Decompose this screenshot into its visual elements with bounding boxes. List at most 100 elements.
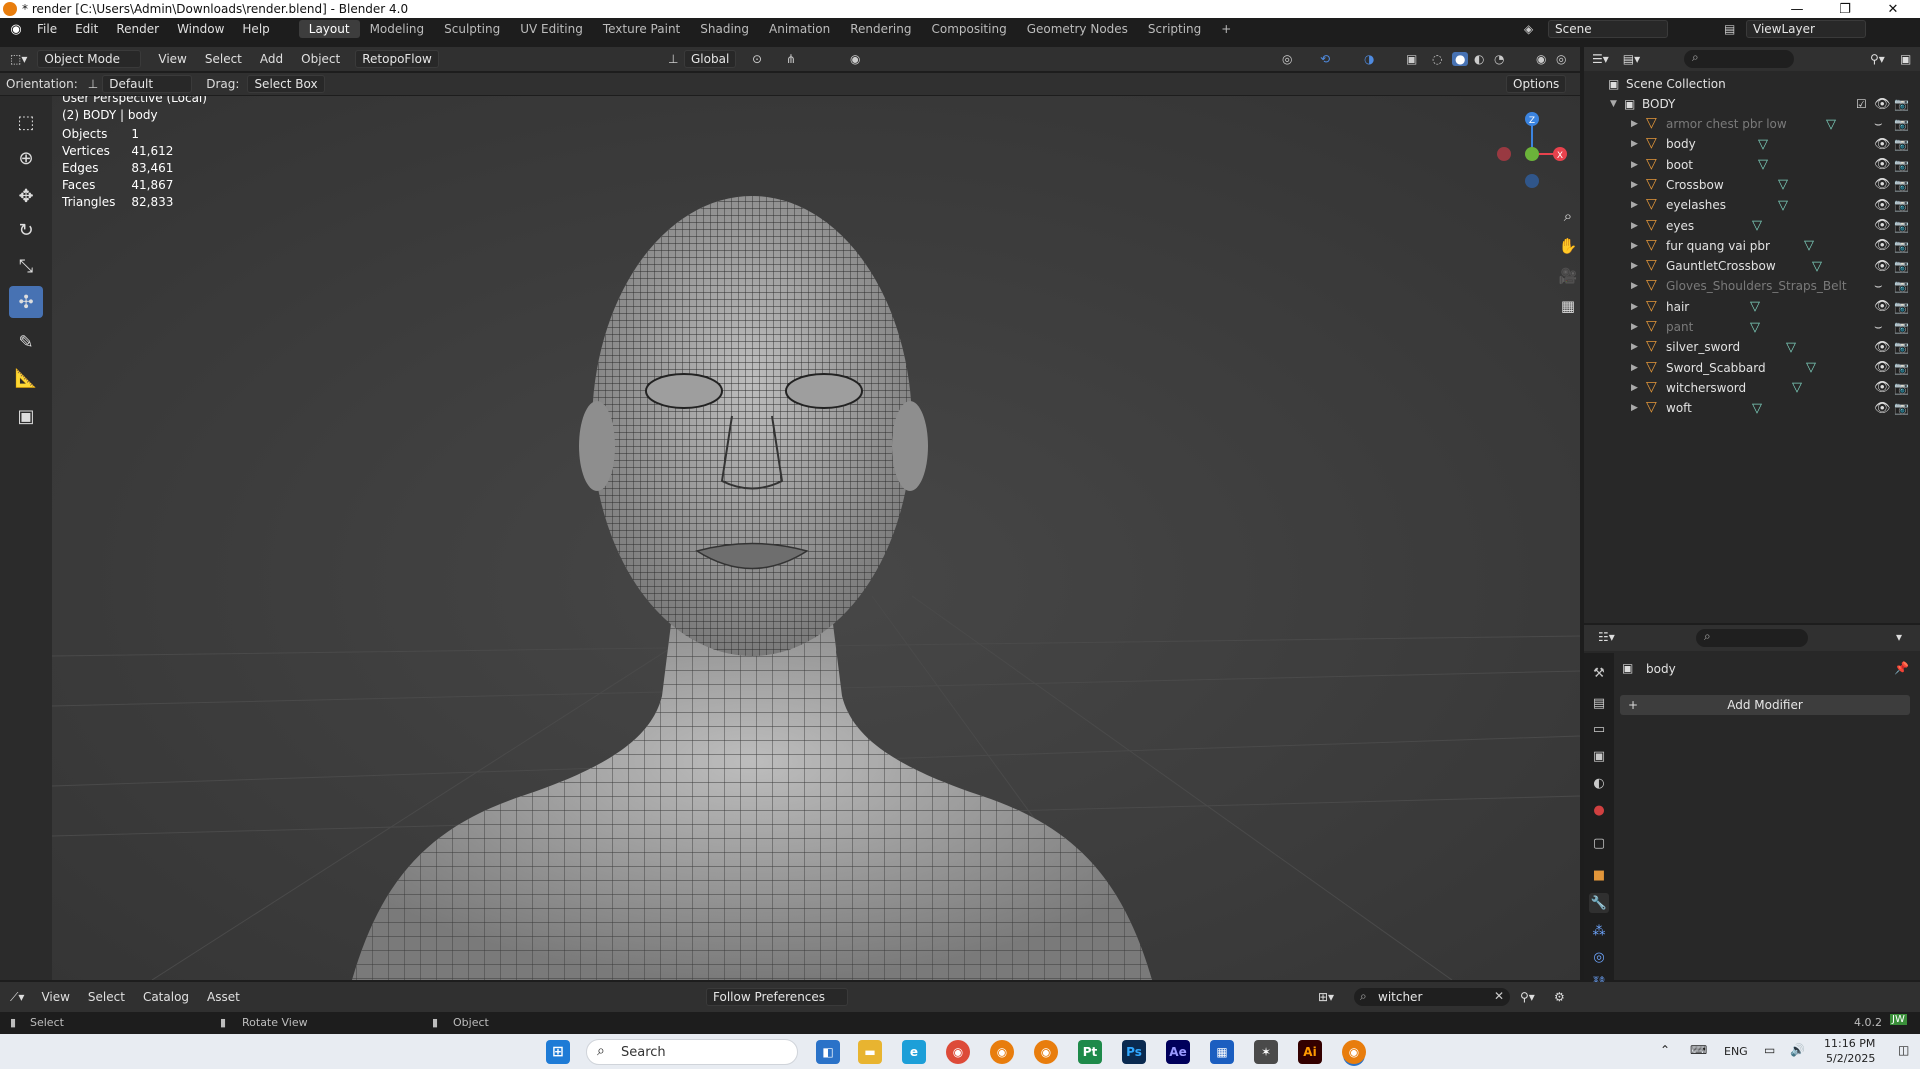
- cursor-tool-icon[interactable]: ⊕: [9, 142, 43, 174]
- painter-icon[interactable]: Pt: [1078, 1040, 1102, 1064]
- blender-taskbar-icon[interactable]: ◉: [990, 1040, 1014, 1064]
- tab-compositing[interactable]: Compositing: [921, 20, 1016, 38]
- overlay-toggle-icon[interactable]: ◑: [1364, 52, 1374, 66]
- expand-arrow-icon[interactable]: ▶: [1631, 342, 1638, 352]
- scene-selector[interactable]: Scene: [1548, 20, 1668, 38]
- modifier-tab-icon[interactable]: 🔧: [1589, 893, 1609, 913]
- eye-closed-icon[interactable]: ⌣: [1874, 279, 1883, 294]
- move-tool-icon[interactable]: ✥: [9, 180, 43, 212]
- close-button[interactable]: ✕: [1870, 0, 1916, 18]
- chrome-icon[interactable]: ◉: [946, 1040, 970, 1064]
- outliner-object-row[interactable]: ▶ ▽ Gloves_Shoulders_Straps_Belt ⌣ 📷: [1584, 276, 1920, 296]
- properties-options-icon[interactable]: ▾: [1896, 630, 1902, 644]
- outliner-object-row[interactable]: ▶ ▽ eyelashes ▽ 👁 📷: [1584, 195, 1920, 215]
- scene-collection-row[interactable]: ▣ Scene Collection: [1584, 74, 1920, 94]
- photoshop-icon[interactable]: Ps: [1122, 1040, 1146, 1064]
- mesh-data-icon[interactable]: ▽: [1786, 340, 1796, 355]
- render-camera-icon[interactable]: 📷: [1894, 401, 1909, 415]
- outliner-object-row[interactable]: ▶ ▽ fur quang vai pbr ▽ 👁 📷: [1584, 236, 1920, 256]
- mesh-data-icon[interactable]: ▽: [1752, 218, 1762, 233]
- asset-menu[interactable]: Asset: [198, 990, 249, 1004]
- windows-start-icon[interactable]: ⊞: [546, 1040, 570, 1064]
- tab-sculpting[interactable]: Sculpting: [434, 20, 510, 38]
- wireframe-shading-icon[interactable]: ◌: [1432, 52, 1442, 66]
- filter-icon[interactable]: ⚲▾: [1870, 52, 1885, 66]
- add-menu[interactable]: Add: [251, 52, 292, 66]
- expand-arrow-icon[interactable]: ▶: [1631, 139, 1638, 149]
- clock-date[interactable]: 5/2/2025: [1826, 1052, 1875, 1065]
- taskbar-search-field[interactable]: ⌕ Search: [586, 1039, 798, 1065]
- view-layer-tab-icon[interactable]: ▣: [1589, 746, 1609, 766]
- new-collection-icon[interactable]: ▣: [1900, 52, 1911, 66]
- after-effects-icon[interactable]: Ae: [1166, 1040, 1190, 1064]
- tab-shading[interactable]: Shading: [690, 20, 759, 38]
- render-camera-icon[interactable]: 📷: [1894, 137, 1909, 151]
- eye-icon[interactable]: 👁: [1874, 360, 1891, 375]
- outliner-object-row[interactable]: ▶ ▽ silver_sword ▽ 👁 📷: [1584, 337, 1920, 357]
- outliner-editor-type-icon[interactable]: ☰▾: [1592, 52, 1609, 66]
- camera-icon[interactable]: 🎥: [1555, 263, 1580, 289]
- render-camera-icon[interactable]: 📷: [1894, 381, 1909, 395]
- scene-tab-icon[interactable]: ◐: [1589, 773, 1609, 793]
- eye-icon[interactable]: 👁: [1874, 238, 1891, 253]
- zbrush-icon[interactable]: ✶: [1254, 1040, 1278, 1064]
- proportional-edit-icon[interactable]: ◉: [850, 52, 860, 66]
- eye-icon[interactable]: 👁: [1874, 259, 1891, 274]
- eye-icon[interactable]: 👁: [1874, 401, 1891, 416]
- rendered-shading-icon[interactable]: ◔: [1494, 52, 1504, 66]
- drag-selector[interactable]: Select Box: [247, 75, 325, 93]
- asset-search-field[interactable]: ⌕ witcher ✕: [1354, 988, 1510, 1006]
- eye-icon[interactable]: 👁: [1874, 97, 1891, 112]
- outliner-object-row[interactable]: ▶ ▽ hair ▽ 👁 📷: [1584, 297, 1920, 317]
- gizmo-neg-z-axis[interactable]: [1525, 174, 1539, 188]
- collection-tab-icon[interactable]: ▢: [1589, 833, 1609, 853]
- outliner-object-row[interactable]: ▶ ▽ GauntletCrossbow ▽ 👁 📷: [1584, 256, 1920, 276]
- eye-icon[interactable]: 👁: [1874, 177, 1891, 192]
- transform-orientation-selector[interactable]: Global: [684, 50, 737, 68]
- particles-tab-icon[interactable]: ⁂: [1589, 921, 1609, 941]
- options-dropdown[interactable]: Options: [1506, 75, 1567, 93]
- outliner-object-row[interactable]: ▶ ▽ pant ▽ ⌣ 📷: [1584, 317, 1920, 337]
- display-mode-icon[interactable]: ▤▾: [1623, 52, 1640, 66]
- language-indicator[interactable]: ENG: [1724, 1045, 1748, 1058]
- solid-shading-icon[interactable]: ●: [1452, 52, 1469, 66]
- gizmo-y-axis[interactable]: [1525, 147, 1539, 161]
- rotate-tool-icon[interactable]: ↻: [9, 214, 43, 246]
- asset-display-icon[interactable]: ⊞▾: [1318, 990, 1334, 1004]
- mesh-data-icon[interactable]: ▽: [1750, 299, 1760, 314]
- gizmo-neg-x-axis[interactable]: [1497, 147, 1511, 161]
- expand-arrow-icon[interactable]: ▶: [1631, 302, 1638, 312]
- eye-closed-icon[interactable]: ⌣: [1874, 320, 1883, 335]
- add-cube-tool-icon[interactable]: ▣: [9, 400, 43, 432]
- outliner-object-row[interactable]: ▶ ▽ Sword_Scabbard ▽ 👁 📷: [1584, 358, 1920, 378]
- tab-layout[interactable]: Layout: [298, 20, 360, 38]
- expand-arrow-icon[interactable]: ▶: [1631, 221, 1638, 231]
- collection-expand-icon[interactable]: ▼: [1610, 99, 1617, 109]
- volume-icon[interactable]: 🔊: [1790, 1043, 1805, 1057]
- render-camera-icon[interactable]: 📷: [1894, 178, 1909, 192]
- notification-icon[interactable]: ◫: [1898, 1043, 1909, 1057]
- render-camera-icon[interactable]: 📷: [1894, 239, 1909, 253]
- retopoflow-menu[interactable]: RetopoFlow: [355, 50, 439, 68]
- menu-help[interactable]: Help: [233, 22, 278, 36]
- render-camera-icon[interactable]: 📷: [1894, 259, 1909, 273]
- asset-view-menu[interactable]: View: [32, 990, 78, 1004]
- add-modifier-button[interactable]: + Add Modifier: [1620, 695, 1910, 715]
- expand-arrow-icon[interactable]: ▶: [1631, 180, 1638, 190]
- ortho-grid-icon[interactable]: ▦: [1555, 293, 1580, 319]
- camera-view-icon[interactable]: ◎: [1556, 52, 1566, 66]
- tab-texture-paint[interactable]: Texture Paint: [593, 20, 690, 38]
- asset-select-menu[interactable]: Select: [79, 990, 134, 1004]
- outliner-object-row[interactable]: ▶ ▽ eyes ▽ 👁 📷: [1584, 216, 1920, 236]
- mesh-data-icon[interactable]: ▽: [1806, 360, 1816, 375]
- render-camera-icon[interactable]: 📷: [1894, 198, 1909, 212]
- editor-type-icon[interactable]: ⬚▾: [10, 52, 27, 66]
- clear-search-icon[interactable]: ✕: [1494, 989, 1504, 1003]
- mode-selector[interactable]: Object Mode: [37, 50, 142, 68]
- maximize-button[interactable]: ❐: [1822, 0, 1868, 18]
- eye-icon[interactable]: 👁: [1874, 157, 1891, 172]
- mesh-data-icon[interactable]: ▽: [1778, 198, 1788, 213]
- eye-icon[interactable]: 👁: [1874, 218, 1891, 233]
- render-tab-icon[interactable]: ▤: [1589, 693, 1609, 713]
- asset-editor-type-icon[interactable]: ⟋▾: [10, 990, 24, 1005]
